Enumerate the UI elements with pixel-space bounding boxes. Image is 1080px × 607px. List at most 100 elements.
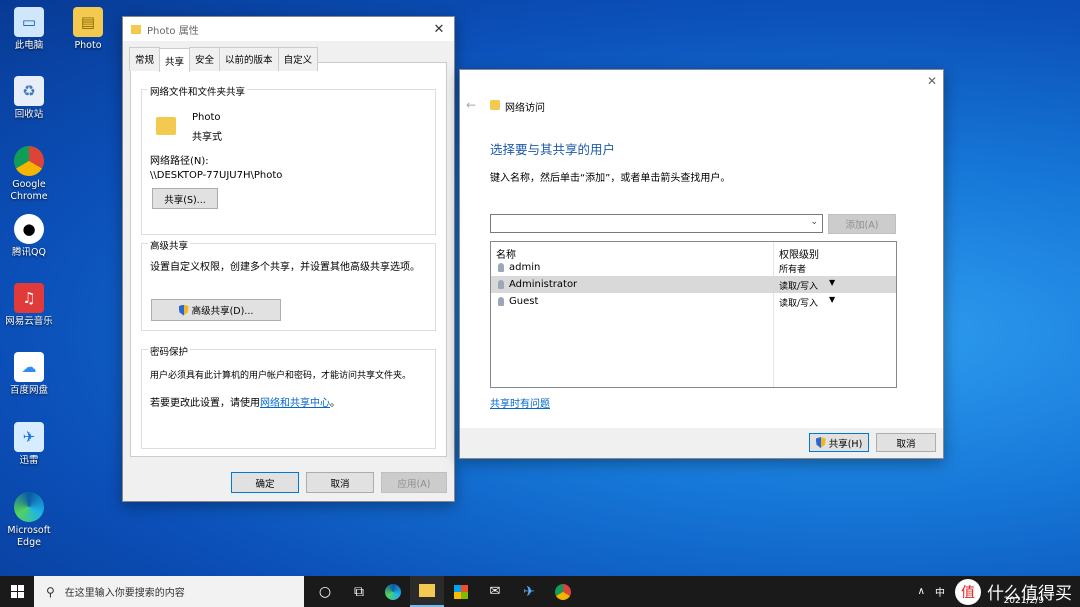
taskbar-xunlei[interactable]: ✈ xyxy=(512,576,546,607)
netease-music-icon: ♫ xyxy=(14,283,44,313)
search-icon: ⚲ xyxy=(46,584,55,599)
network-share-button[interactable]: 共享(H) xyxy=(809,433,869,452)
user-icon xyxy=(498,263,504,272)
network-access-icon xyxy=(490,100,500,110)
user-permission: 读取/写入 xyxy=(779,282,819,292)
advanced-sharing-label: 高级共享(D)... xyxy=(191,306,254,317)
tab-general[interactable]: 常规 xyxy=(129,47,161,71)
tab-customize[interactable]: 自定义 xyxy=(277,47,319,71)
cancel-button[interactable]: 取消 xyxy=(306,472,374,493)
uac-shield-icon xyxy=(178,304,189,316)
edge-icon xyxy=(14,492,44,522)
desktop-icon-xunlei[interactable]: ✈ 迅雷 xyxy=(1,422,57,467)
share-button[interactable]: 共享(S)... xyxy=(152,188,218,209)
list-header: 名称 权限级别 xyxy=(491,242,896,261)
close-button[interactable]: ✕ xyxy=(424,17,454,41)
sharing-panel: 网络文件和文件夹共享 Photo 共享式 网络路径(N): \\DESKTOP-… xyxy=(130,62,447,457)
advanced-sharing-description: 设置自定义权限，创建多个共享，并设置其他高级共享选项。 xyxy=(150,262,420,273)
cortana-button[interactable]: ○ xyxy=(308,576,342,607)
chrome-icon xyxy=(14,146,44,176)
xunlei-bird-icon: ✈ xyxy=(523,583,535,600)
network-cancel-button[interactable]: 取消 xyxy=(876,433,936,452)
password-protection-group: 密码保护 用户必须具有此计算机的用户帐户和密码，才能访问共享文件夹。 若要更改此… xyxy=(141,344,436,449)
table-row[interactable]: admin 所有者 xyxy=(491,259,896,276)
user-permission-list: 名称 权限级别 admin 所有者 Administrator 读取/写入 ▼ … xyxy=(490,241,897,388)
user-name: Administrator xyxy=(509,279,578,290)
user-permission: 读取/写入 xyxy=(779,299,819,309)
desktop-icon-this-pc[interactable]: ▭ 此电脑 xyxy=(1,7,57,52)
password-description: 用户必须具有此计算机的用户帐户和密码，才能访问共享文件夹。 xyxy=(150,371,412,381)
apply-button[interactable]: 应用(A) xyxy=(381,472,447,493)
taskbar-edge[interactable] xyxy=(376,576,410,607)
user-icon xyxy=(498,297,504,306)
back-arrow-icon[interactable]: ← xyxy=(466,98,476,112)
folder-status: 共享式 xyxy=(192,132,222,143)
tab-security[interactable]: 安全 xyxy=(189,47,221,71)
system-tray: ∧ 中 值 什么值得买 2021/2/9 xyxy=(918,576,1080,607)
folder-icon: ▤ xyxy=(73,7,103,37)
ok-button[interactable]: 确定 xyxy=(231,472,299,493)
folder-name: Photo xyxy=(192,112,221,123)
qq-penguin-icon: ● xyxy=(14,214,44,244)
folder-icon xyxy=(419,584,435,597)
desktop-icon-edge[interactable]: Microsoft Edge xyxy=(1,492,57,549)
advanced-sharing-button[interactable]: 高级共享(D)... xyxy=(151,299,281,321)
permission-dropdown-icon[interactable]: ▼ xyxy=(829,295,835,304)
mail-icon: ✉ xyxy=(489,584,501,599)
folder-icon xyxy=(131,24,141,34)
desktop-icon-netease-music[interactable]: ♫ 网易云音乐 xyxy=(1,283,57,328)
desktop-icon-qq[interactable]: ● 腾讯QQ xyxy=(1,214,57,259)
properties-titlebar[interactable]: Photo 属性 ✕ xyxy=(123,17,454,41)
start-button[interactable] xyxy=(0,576,34,607)
computer-icon: ▭ xyxy=(14,7,44,37)
group-title: 密码保护 xyxy=(148,344,191,358)
clock-date[interactable]: 2021/2/9 xyxy=(1004,596,1044,606)
add-button[interactable]: 添加(A) xyxy=(828,214,896,234)
baidu-pan-icon: ☁ xyxy=(14,352,44,382)
taskbar-mail[interactable]: ✉ xyxy=(478,576,512,607)
desktop-icon-photo[interactable]: ▤ Photo xyxy=(60,7,116,52)
network-path-value: \\DESKTOP-77UJU7H\Photo xyxy=(150,170,283,181)
taskbar-file-explorer[interactable] xyxy=(410,576,444,607)
network-close-button[interactable]: ✕ xyxy=(927,74,937,88)
network-share-label: 共享(H) xyxy=(828,438,863,450)
desktop-icon-baidu-pan[interactable]: ☁ 百度网盘 xyxy=(1,352,57,397)
footer-bar: 共享(H) 取消 xyxy=(460,428,943,458)
table-row[interactable]: Administrator 读取/写入 ▼ xyxy=(491,276,896,293)
windows-logo-icon xyxy=(10,585,24,598)
properties-window: Photo 属性 ✕ 常规 共享 安全 以前的版本 自定义 网络文件和文件夹共享… xyxy=(122,16,455,502)
edge-icon xyxy=(385,583,401,600)
input-method-indicator[interactable]: 中 xyxy=(935,584,945,599)
sharing-trouble-link[interactable]: 共享时有问题 xyxy=(490,395,550,410)
recycle-bin-icon: ♻ xyxy=(14,76,44,106)
user-name-combobox[interactable]: ⌄ xyxy=(490,214,823,233)
taskbar-chrome[interactable] xyxy=(546,576,580,607)
group-title: 网络文件和文件夹共享 xyxy=(148,84,248,98)
chevron-down-icon[interactable]: ⌄ xyxy=(810,217,818,227)
password-change-text: 若要更改此设置，请使用网络和共享中心。 xyxy=(150,398,340,409)
network-window-title: 网络访问 xyxy=(505,103,545,114)
taskbar-search-box[interactable]: ⚲ 在这里输入你要搜索的内容 xyxy=(34,576,304,607)
task-view-button[interactable]: ⧉ xyxy=(342,576,376,607)
shared-folder-icon xyxy=(156,117,176,135)
page-heading: 选择要与其共享的用户 xyxy=(490,142,616,157)
network-sharing-group: 网络文件和文件夹共享 Photo 共享式 网络路径(N): \\DESKTOP-… xyxy=(141,84,436,235)
search-placeholder: 在这里输入你要搜索的内容 xyxy=(64,588,185,599)
taskbar: ⚲ 在这里输入你要搜索的内容 ○ ⧉ ✉ ✈ ∧ 中 值 什么值得买 2021/… xyxy=(0,576,1080,607)
taskbar-store[interactable] xyxy=(444,576,478,607)
xunlei-bird-icon: ✈ xyxy=(14,422,44,452)
desktop-icon-chrome[interactable]: Google Chrome xyxy=(1,146,57,203)
permission-dropdown-icon[interactable]: ▼ xyxy=(829,278,835,287)
uac-shield-icon xyxy=(815,437,826,448)
user-name: Guest xyxy=(509,296,539,307)
tab-previous-versions[interactable]: 以前的版本 xyxy=(219,47,279,71)
group-title: 高级共享 xyxy=(148,238,191,252)
table-row[interactable]: Guest 读取/写入 ▼ xyxy=(491,293,896,310)
network-sharing-center-link[interactable]: 网络和共享中心 xyxy=(260,398,330,409)
user-name: admin xyxy=(509,262,541,273)
network-path-label: 网络路径(N): xyxy=(150,156,209,167)
instruction-text: 键入名称，然后单击“添加”，或者单击箭头查找用户。 xyxy=(490,173,731,184)
tray-expand-icon[interactable]: ∧ xyxy=(918,586,925,597)
desktop-icon-recycle-bin[interactable]: ♻ 回收站 xyxy=(1,76,57,121)
tab-sharing[interactable]: 共享 xyxy=(159,48,191,72)
